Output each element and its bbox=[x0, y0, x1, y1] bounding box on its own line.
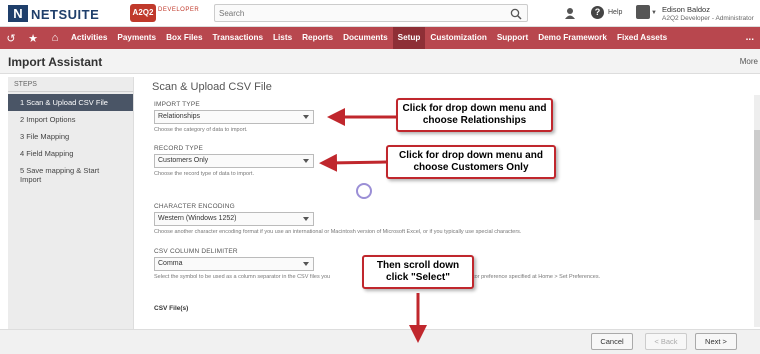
encoding-value: Western (Windows 1252) bbox=[158, 215, 237, 222]
record-type-help: Choose the record type of data to import… bbox=[154, 171, 254, 177]
chevron-down-icon[interactable]: ▼ bbox=[651, 10, 657, 16]
import-type-label: IMPORT TYPE bbox=[154, 101, 200, 108]
main-navigation: ↺ ★ ⌂ Activities Payments Box Files Tran… bbox=[0, 27, 760, 49]
delimiter-label: CSV COLUMN DELIMITER bbox=[154, 248, 238, 255]
callout-scroll-select: Then scroll down click "Select" bbox=[362, 255, 474, 289]
csv-files-label: CSV File(s) bbox=[154, 305, 189, 312]
delimiter-help-a: Select the symbol to be used as a column… bbox=[154, 274, 331, 280]
recent-records-icon[interactable] bbox=[563, 6, 577, 20]
search-input[interactable] bbox=[215, 5, 505, 21]
encoding-field: CHARACTER ENCODING Western (Windows 1252… bbox=[154, 203, 521, 235]
nav-customization[interactable]: Customization bbox=[425, 27, 491, 49]
back-button[interactable]: < Back bbox=[645, 333, 687, 350]
chevron-down-icon bbox=[303, 217, 309, 221]
record-type-value: Customers Only bbox=[158, 157, 209, 164]
nav-box-files[interactable]: Box Files bbox=[161, 27, 207, 49]
encoding-select[interactable]: Western (Windows 1252) bbox=[154, 212, 314, 226]
step-scan-upload[interactable]: 1 Scan & Upload CSV File bbox=[8, 94, 133, 111]
help-icon[interactable]: ? bbox=[591, 6, 604, 19]
nav-reports[interactable]: Reports bbox=[297, 27, 338, 49]
delimiter-select[interactable]: Comma bbox=[154, 257, 314, 271]
encoding-label: CHARACTER ENCODING bbox=[154, 203, 235, 210]
import-type-value: Relationships bbox=[158, 113, 201, 120]
nav-lists[interactable]: Lists bbox=[268, 27, 297, 49]
nav-fixed-assets[interactable]: Fixed Assets bbox=[612, 27, 672, 49]
chevron-down-icon bbox=[303, 159, 309, 163]
netsuite-logo-icon[interactable]: N bbox=[8, 5, 28, 22]
company-subtitle: DEVELOPER bbox=[158, 7, 200, 13]
callout-import-type: Click for drop down menu and choose Rela… bbox=[396, 98, 553, 132]
page-title: Import Assistant bbox=[8, 55, 103, 69]
delimiter-value: Comma bbox=[158, 260, 183, 267]
user-name[interactable]: Edison Baldoz bbox=[662, 5, 710, 14]
step-field-mapping[interactable]: 4 Field Mapping bbox=[8, 145, 133, 162]
encoding-help: Choose another character encoding format… bbox=[154, 229, 522, 235]
help-link[interactable]: Help bbox=[608, 9, 622, 16]
cursor-highlight bbox=[356, 183, 372, 199]
step-import-options[interactable]: 2 Import Options bbox=[8, 111, 133, 128]
next-button[interactable]: Next > bbox=[695, 333, 737, 350]
step-save-mapping[interactable]: 5 Save mapping & Start Import bbox=[8, 162, 133, 188]
cancel-button[interactable]: Cancel bbox=[591, 333, 633, 350]
step-file-mapping[interactable]: 3 File Mapping bbox=[8, 128, 133, 145]
nav-activities[interactable]: Activities bbox=[66, 27, 112, 49]
nav-documents[interactable]: Documents bbox=[338, 27, 393, 49]
nav-demo-framework[interactable]: Demo Framework bbox=[533, 27, 612, 49]
star-icon[interactable]: ★ bbox=[22, 27, 44, 49]
import-type-select[interactable]: Relationships bbox=[154, 110, 314, 124]
scrollbar-thumb[interactable] bbox=[754, 130, 760, 220]
steps-header: STEPS bbox=[8, 77, 133, 92]
global-search[interactable] bbox=[214, 4, 528, 22]
callout-record-type: Click for drop down menu and choose Cust… bbox=[386, 145, 556, 179]
record-type-label: RECORD TYPE bbox=[154, 145, 204, 152]
chevron-down-icon bbox=[303, 115, 309, 119]
record-type-select[interactable]: Customers Only bbox=[154, 154, 314, 168]
nav-support[interactable]: Support bbox=[492, 27, 533, 49]
company-logo: A2Q2 bbox=[130, 4, 156, 22]
more-link[interactable]: More bbox=[740, 57, 758, 66]
user-role[interactable]: A2Q2 Developer - Administrator bbox=[662, 15, 754, 22]
recent-icon[interactable]: ↺ bbox=[0, 27, 22, 49]
record-type-field: RECORD TYPE Customers Only Choose the re… bbox=[154, 145, 314, 177]
delimiter-help-b: parator preference specified at Home > S… bbox=[462, 274, 601, 280]
nav-payments[interactable]: Payments bbox=[112, 27, 161, 49]
netsuite-logo-text[interactable]: NETSUITE bbox=[31, 7, 99, 22]
top-bar: N NETSUITE A2Q2 DEVELOPER ? Help ▼ Ediso… bbox=[0, 0, 760, 27]
page-header: Import Assistant More bbox=[0, 49, 760, 74]
form-footer: Cancel < Back Next > bbox=[0, 329, 760, 354]
nav-transactions[interactable]: Transactions bbox=[208, 27, 269, 49]
search-icon[interactable] bbox=[510, 8, 522, 20]
import-type-field: IMPORT TYPE Relationships Choose the cat… bbox=[154, 101, 314, 133]
chevron-down-icon bbox=[303, 262, 309, 266]
more-menu-icon[interactable]: ... bbox=[746, 27, 754, 49]
home-icon[interactable]: ⌂ bbox=[44, 27, 66, 49]
avatar[interactable] bbox=[636, 5, 650, 19]
form-title: Scan & Upload CSV File bbox=[152, 81, 272, 93]
nav-setup[interactable]: Setup bbox=[392, 27, 426, 49]
import-type-help: Choose the category of data to import. bbox=[154, 127, 248, 133]
steps-sidebar: STEPS 1 Scan & Upload CSV File 2 Import … bbox=[8, 77, 134, 329]
